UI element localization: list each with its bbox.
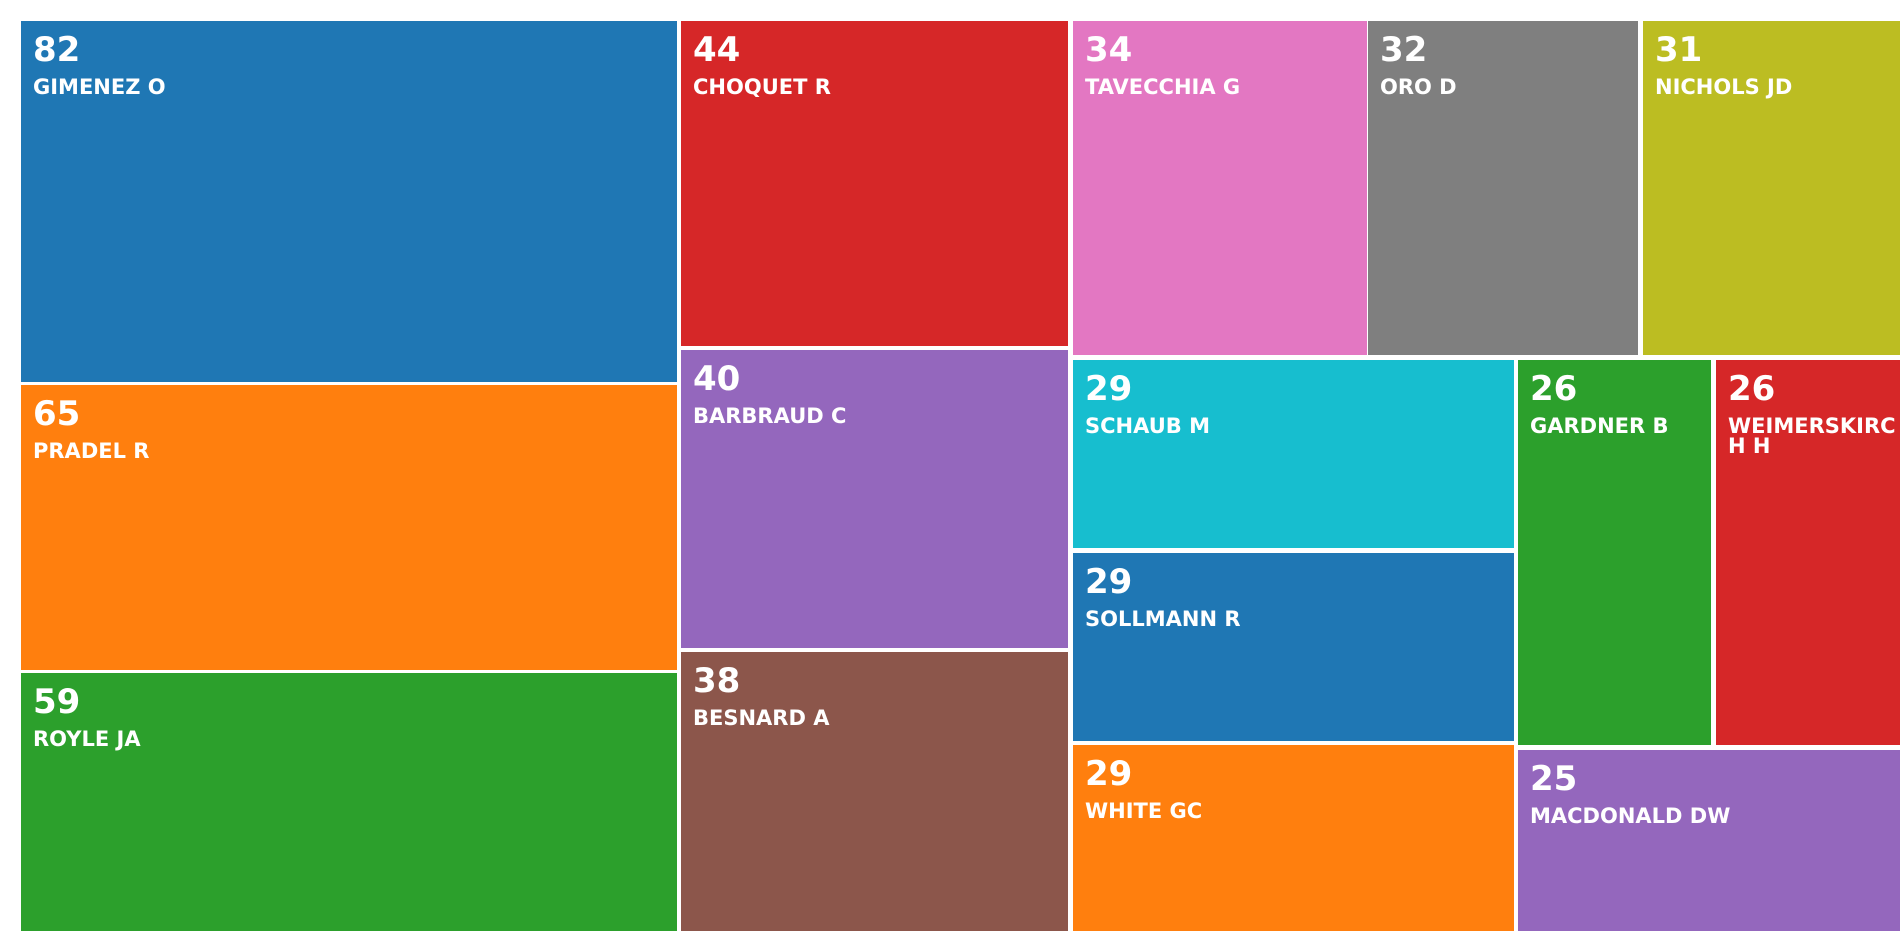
tile-label: SOLLMANN R [1085,607,1241,631]
tile-label: SCHAUB M [1085,414,1210,438]
tile-value: 32 [1380,30,1428,70]
tile-value: 40 [693,359,741,399]
tile-label: TAVECCHIA G [1085,75,1241,99]
treemap-tile-besnard-a: 38 BESNARD A [681,652,1068,931]
tile-value: 26 [1530,369,1578,409]
treemap-tile-nichols-jd: 31 NICHOLS JD [1643,21,1900,355]
treemap-tile-gimenez-o: 82 GIMENEZ O [21,21,677,382]
treemap-tile-oro-d: 32 ORO D [1368,21,1638,355]
tile-label: BESNARD A [693,706,830,730]
tile-label: WEIMERSKIRCH H [1728,414,1896,458]
treemap-tile-barbraud-c: 40 BARBRAUD C [681,350,1068,648]
tile-value: 34 [1085,30,1133,70]
tile-label: WHITE GC [1085,799,1203,823]
tile-value: 26 [1728,369,1776,409]
treemap-tile-sollmann-r: 29 SOLLMANN R [1073,553,1514,741]
tile-value: 29 [1085,562,1133,602]
tile-label: GIMENEZ O [33,75,166,99]
tile-label: MACDONALD DW [1530,804,1731,828]
tile-label: NICHOLS JD [1655,75,1793,99]
treemap-tile-schaub-m: 29 SCHAUB M [1073,360,1514,548]
tile-value: 31 [1655,30,1703,70]
treemap-tile-choquet-r: 44 CHOQUET R [681,21,1068,346]
tile-value: 59 [33,682,81,722]
treemap-chart: 82 GIMENEZ O 65 PRADEL R 59 ROYLE JA 44 CHOQUET… [0,0,1900,932]
tile-value: 82 [33,30,81,70]
treemap-tile-gardner-b: 26 GARDNER B [1518,360,1711,745]
tile-value: 29 [1085,369,1133,409]
treemap-tile-royle-ja: 59 ROYLE JA [21,673,677,931]
tile-label: CHOQUET R [693,75,831,99]
tile-value: 25 [1530,759,1578,799]
tile-label: BARBRAUD C [693,404,847,428]
treemap-tile-weimerskirch-h: 26 WEIMERSKIRCH H [1716,360,1900,745]
treemap-tile-tavecchia-g: 34 TAVECCHIA G [1073,21,1367,355]
tile-label: GARDNER B [1530,414,1669,438]
tile-label: ORO D [1380,75,1457,99]
tile-label: PRADEL R [33,439,150,463]
tile-value: 65 [33,394,81,434]
treemap-tile-pradel-r: 65 PRADEL R [21,385,677,670]
tile-value: 44 [693,30,741,70]
treemap-tile-white-gc: 29 WHITE GC [1073,745,1514,931]
treemap-tile-macdonald-dw: 25 MACDONALD DW [1518,750,1900,931]
tile-value: 29 [1085,754,1133,794]
tile-value: 38 [693,661,741,701]
tile-label: ROYLE JA [33,727,141,751]
